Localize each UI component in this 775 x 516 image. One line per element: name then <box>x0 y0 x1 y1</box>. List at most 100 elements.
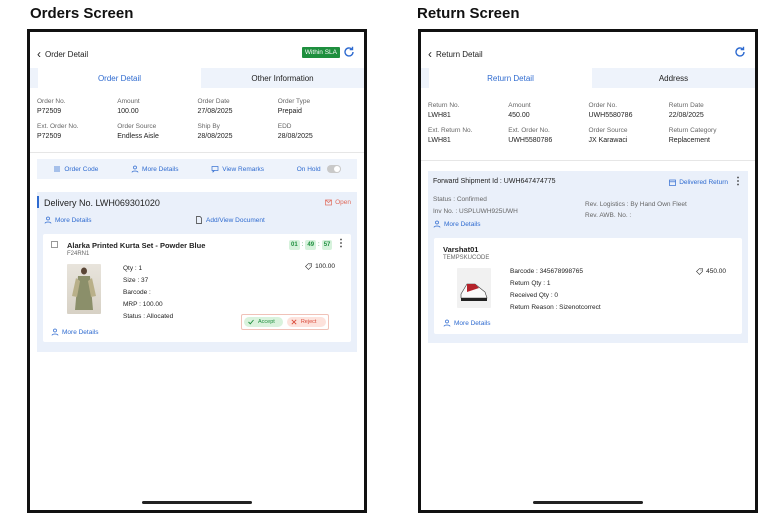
shipment-inv-no: Inv No. : USPLUWH925UWH <box>433 208 518 215</box>
list-icon <box>54 166 61 172</box>
item-name: Alarka Printed Kurta Set - Powder Blue <box>67 241 206 250</box>
item-barcode: Barcode : 345678998765 <box>510 268 584 275</box>
delivery-title: Delivery No. LWH069301020 <box>44 198 160 208</box>
tab-return-detail[interactable]: Return Detail <box>429 68 592 88</box>
item-size: Size : 37 <box>123 277 149 284</box>
comment-icon <box>211 166 219 173</box>
back-arrow-icon[interactable]: ‹ <box>37 48 41 60</box>
accept-reject-group: Accept Reject <box>241 314 330 330</box>
more-options-icon[interactable]: ⋮ <box>733 177 743 187</box>
check-icon <box>248 319 254 325</box>
return-item-card: Varshat01 TEMPSKUCODE Barcode : 34567899… <box>434 238 742 334</box>
item-sku: TEMPSKUCODE <box>443 255 490 261</box>
item-barcode: Barcode : <box>123 289 151 296</box>
item-mrp: MRP : 100.00 <box>123 301 163 308</box>
tab-other-information[interactable]: Other Information <box>201 68 364 88</box>
order-actions-bar: Order Code More Details View Remarks On … <box>37 159 357 179</box>
order-source-field: Order Source JX Karawaci <box>588 127 628 144</box>
edd-field: EDD 28/08/2025 <box>277 123 313 140</box>
toggle-switch[interactable] <box>326 165 341 173</box>
amount-field: Amount 450.00 <box>508 102 531 119</box>
refresh-icon[interactable] <box>733 45 747 59</box>
order-source-field: Order Source Endless Aisle <box>117 123 159 140</box>
person-icon <box>131 165 139 173</box>
return-info-grid: Return No. LWH81 Amount 450.00 Order No. UW… <box>428 102 749 144</box>
item-qty: Qty : 1 <box>123 265 143 272</box>
item-return-qty: Return Qty : 1 <box>510 280 551 287</box>
item-price: 450.00 <box>696 268 726 275</box>
return-tabs: Return Detail Address <box>421 68 755 88</box>
accent-bar <box>37 196 39 208</box>
envelope-icon <box>325 199 332 206</box>
return-screen-heading: Return Screen <box>417 5 520 22</box>
shipment-rev-awb: Rev. AWB. No. : <box>585 212 632 219</box>
amount-field: Amount 100.00 <box>117 98 140 115</box>
page-title: Order Detail <box>45 49 89 59</box>
item-more-details-link[interactable]: More Details <box>51 328 98 336</box>
order-code-button[interactable]: Order Code <box>53 165 98 173</box>
tab-order-detail[interactable]: Order Detail <box>38 68 201 88</box>
order-item-card: Alarka Printed Kurta Set - Powder Blue F… <box>43 234 351 342</box>
shipment-title: Forward Shipment Id : UWH647474775 <box>433 178 556 185</box>
return-no-field: Return No. LWH81 <box>428 102 460 119</box>
on-hold-toggle[interactable]: On Hold <box>297 165 341 173</box>
delivery-status: Open <box>325 199 351 206</box>
orders-topbar: ‹ Order Detail Within SLA <box>37 46 356 62</box>
orders-tabs: Order Detail Other Information <box>30 68 364 88</box>
item-name: Varshat01 <box>443 245 479 254</box>
return-category-field: Return Category Replacement <box>668 127 717 144</box>
shipment-rev-logistics: Rev. Logistics : By Hand Own Fleet <box>585 201 687 208</box>
orders-device: ‹ Order Detail Within SLA Order Detail O… <box>27 29 367 513</box>
orders-screen-heading: Orders Screen <box>30 5 134 22</box>
item-return-reason: Return Reason : Sizenotcorrect <box>510 304 601 311</box>
calendar-icon <box>669 179 677 186</box>
home-indicator <box>142 501 252 504</box>
item-checkbox[interactable] <box>51 241 58 248</box>
order-info-grid: Order No. P72509 Amount 100.00 Order Date 2… <box>37 98 358 140</box>
order-type-field: Order Type Prepaid <box>277 98 311 115</box>
return-topbar: ‹ Return Detail <box>428 46 747 62</box>
ext-order-no-field: Ext. Order No. P72509 <box>37 123 79 140</box>
reject-button[interactable]: Reject <box>286 317 327 327</box>
order-no-field: Order No. P72509 <box>37 98 66 115</box>
item-more-details-link[interactable]: More Details <box>443 319 490 327</box>
shipment-more-details-link[interactable]: More Details <box>433 220 480 228</box>
return-date-field: Return Date 22/08/2025 <box>668 102 704 119</box>
shipment-status: Status : Confirmed <box>433 196 487 203</box>
item-received-qty: Received Qty : 0 <box>510 292 559 299</box>
sla-timer: 01: 49: 57 <box>289 240 333 250</box>
divider <box>30 152 364 153</box>
person-icon <box>44 216 52 224</box>
person-icon <box>433 220 441 228</box>
order-no-field: Order No. UWH5580786 <box>588 102 633 119</box>
view-remarks-button[interactable]: View Remarks <box>211 165 264 173</box>
close-icon <box>291 319 297 325</box>
person-icon <box>443 319 451 327</box>
product-image <box>457 268 491 308</box>
tag-icon <box>305 263 312 270</box>
page-title: Return Detail <box>436 49 483 59</box>
delivery-more-details-link[interactable]: More Details <box>44 216 91 224</box>
delivered-return-badge: Delivered Return <box>669 179 728 186</box>
item-status: Status : Allocated <box>123 313 174 320</box>
ext-return-no-field: Ext. Return No. LWH81 <box>428 127 473 144</box>
ship-by-field: Ship By 28/08/2025 <box>197 123 233 140</box>
more-details-button[interactable]: More Details <box>131 165 179 173</box>
home-indicator <box>533 501 643 504</box>
shipment-panel: Forward Shipment Id : UWH647474775 Deliv… <box>428 171 748 343</box>
sla-badge: Within SLA <box>301 47 340 58</box>
divider <box>421 160 755 161</box>
document-icon <box>196 216 202 224</box>
person-icon <box>51 328 59 336</box>
back-arrow-icon[interactable]: ‹ <box>428 48 432 60</box>
accept-button[interactable]: Accept <box>244 317 283 327</box>
refresh-icon[interactable] <box>342 45 356 59</box>
item-sku: F24RN1 <box>67 251 90 257</box>
item-price: 100.00 <box>305 263 335 270</box>
order-date-field: Order Date 27/08/2025 <box>197 98 233 115</box>
add-view-document-link[interactable]: Add/View Document <box>195 216 265 224</box>
tab-address[interactable]: Address <box>592 68 755 88</box>
product-image <box>67 264 101 314</box>
ext-order-no-field: Ext. Order No. UWH5580786 <box>508 127 553 144</box>
more-options-icon[interactable]: ⋮ <box>336 239 346 249</box>
